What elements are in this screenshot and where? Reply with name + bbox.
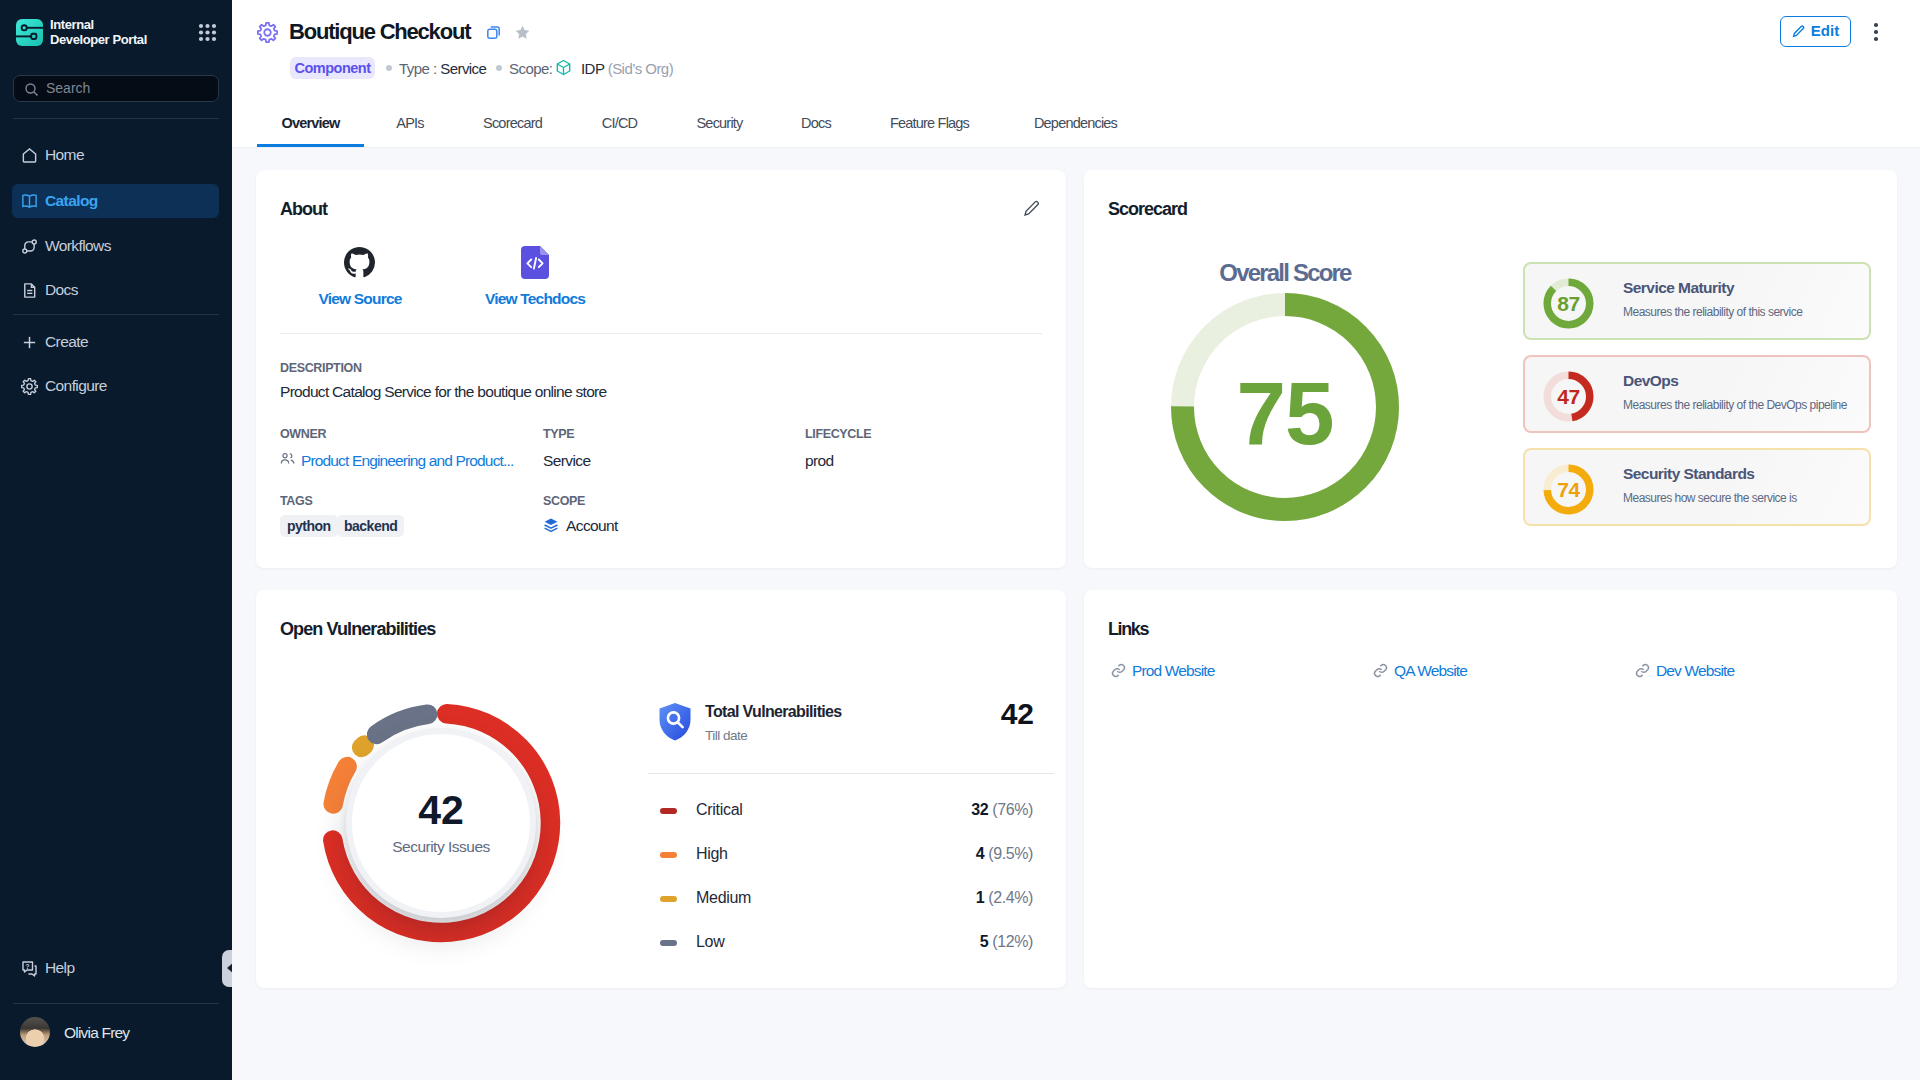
svg-text:?: ? [26, 962, 30, 969]
